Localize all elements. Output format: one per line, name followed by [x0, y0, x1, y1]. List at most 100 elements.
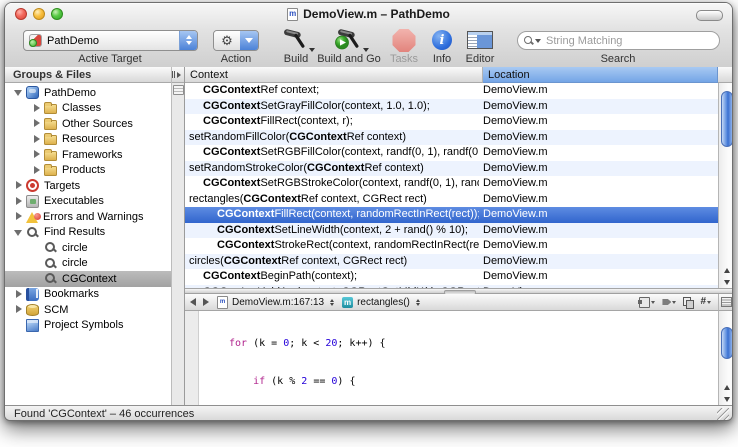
- sidebar-item-errors-and-warnings[interactable]: Errors and Warnings: [5, 209, 171, 225]
- disclosure-triangle[interactable]: [13, 211, 24, 222]
- result-row[interactable]: CGContextRef context; DemoView.m: [185, 83, 718, 99]
- function-popup[interactable]: m rectangles(): [338, 294, 424, 310]
- scroll-down-arrow[interactable]: [719, 393, 733, 405]
- code-line: for (k = 0; k < 20; k++) {: [229, 338, 718, 351]
- result-row[interactable]: CGContextBeginPath(context); DemoView.m: [185, 269, 718, 285]
- result-row[interactable]: CGContextSetGrayFillColor(context, 1.0, …: [185, 99, 718, 115]
- sidebar-item-project-symbols[interactable]: Project Symbols: [5, 318, 171, 334]
- sidebar-item-scm[interactable]: SCM: [5, 302, 171, 318]
- result-row[interactable]: setRandomStrokeColor(CGContextRef contex…: [185, 161, 718, 177]
- breakpoints-menu-button[interactable]: [662, 298, 676, 306]
- sidebar-scroll-strip: [171, 67, 184, 405]
- sidebar-item-resources[interactable]: Resources: [5, 132, 171, 148]
- gear-icon: ⚙: [214, 31, 240, 50]
- disclosure-triangle[interactable]: [13, 87, 24, 98]
- result-row[interactable]: circles(CGContextRef context, CGRect rec…: [185, 254, 718, 270]
- sidebar-header: Groups & Files: [5, 67, 171, 83]
- sidebar-item-classes[interactable]: Classes: [5, 101, 171, 117]
- column-header-context[interactable]: Context: [185, 67, 483, 83]
- project-tree: PathDemo Classes Other Sources Resources…: [5, 83, 171, 405]
- disclosure-triangle[interactable]: [31, 149, 42, 160]
- action-dropdown[interactable]: [240, 31, 258, 50]
- back-button[interactable]: [185, 296, 199, 309]
- popup-stepper-icon: [179, 31, 197, 50]
- editor-navbar: m DemoView.m:167:13 m rectangles() #: [185, 294, 718, 311]
- search-label: Search: [601, 53, 636, 65]
- toolbar-toggle-pill-button[interactable]: [696, 10, 723, 21]
- disclosure-triangle[interactable]: [13, 227, 24, 238]
- results-scrollbar[interactable]: [718, 83, 733, 288]
- active-target-popup[interactable]: PathDemo: [23, 30, 198, 51]
- search-magnifier-icon[interactable]: [524, 36, 533, 45]
- action-button[interactable]: ⚙: [213, 30, 259, 51]
- disclosure-triangle[interactable]: [31, 134, 42, 145]
- executable-icon: [26, 195, 39, 208]
- sidebar-item-find-result-circle-1[interactable]: circle: [5, 240, 171, 256]
- column-header-location[interactable]: Location: [483, 67, 718, 83]
- window-title-text: DemoView.m – PathDemo: [303, 7, 450, 21]
- xcode-project-window: m DemoView.m – PathDemo PathDemo Active …: [4, 2, 733, 421]
- sidebar-item-find-result-circle-2[interactable]: circle: [5, 256, 171, 272]
- result-row[interactable]: setRandomFillColor(CGContextRef context)…: [185, 130, 718, 146]
- magnifier-icon: [44, 257, 57, 270]
- sidebar-item-bookmarks[interactable]: Bookmarks: [5, 287, 171, 303]
- tasks-label: Tasks: [390, 53, 418, 65]
- disclosure-triangle[interactable]: [13, 304, 24, 315]
- editor-split-button[interactable]: [718, 294, 733, 311]
- forward-button[interactable]: [199, 296, 213, 309]
- bookmarks-menu-button[interactable]: [639, 297, 655, 308]
- editor-button[interactable]: [467, 31, 493, 49]
- sidebar-item-products[interactable]: Products: [5, 163, 171, 179]
- result-row-selected[interactable]: CGContextFillRect(context, randomRectInR…: [185, 207, 718, 223]
- search-input[interactable]: String Matching: [517, 31, 720, 50]
- disclosure-triangle[interactable]: [31, 118, 42, 129]
- code-area[interactable]: for (k = 0; k < 20; k++) { if (k % 2 == …: [199, 311, 718, 405]
- sidebar-item-targets[interactable]: Targets: [5, 178, 171, 194]
- sidebar-item-find-result-cgcontext[interactable]: CGContext: [5, 271, 171, 287]
- result-row[interactable]: CGContextSetLineWidth(context, 2 + rand(…: [185, 223, 718, 239]
- sidebar-item-find-results[interactable]: Find Results: [5, 225, 171, 241]
- document-proxy-icon[interactable]: m: [287, 8, 298, 21]
- action-label: Action: [221, 53, 252, 65]
- result-row[interactable]: CGContextStrokeRect(context, randomRectI…: [185, 238, 718, 254]
- hammer-go-icon: [331, 28, 367, 52]
- header-corner: [718, 67, 733, 83]
- disclosure-triangle[interactable]: [13, 196, 24, 207]
- scroll-up-arrow[interactable]: [719, 381, 733, 393]
- resize-grip[interactable]: [717, 408, 729, 420]
- sidebar-item-pathdemo[interactable]: PathDemo: [5, 85, 171, 101]
- tasks-button: [393, 29, 416, 52]
- included-symbols-button[interactable]: #: [700, 297, 711, 307]
- result-row[interactable]: CGContextSetRGBStrokeColor(context, rand…: [185, 176, 718, 192]
- result-row[interactable]: CGContextFillRect(context, r); DemoView.…: [185, 114, 718, 130]
- result-row[interactable]: rectangles(CGContextRef context, CGRect …: [185, 192, 718, 208]
- sidebar-item-frameworks[interactable]: Frameworks: [5, 147, 171, 163]
- forward-arrow-icon: [203, 298, 213, 306]
- database-icon: [26, 304, 39, 316]
- source-editor[interactable]: for (k = 0; k < 20; k++) { if (k % 2 == …: [185, 311, 718, 405]
- disclosure-triangle[interactable]: [13, 289, 24, 300]
- titlebar[interactable]: m DemoView.m – PathDemo: [5, 3, 732, 25]
- scrollbar-thumb[interactable]: [721, 91, 733, 147]
- sidebar-split-button[interactable]: [173, 85, 184, 95]
- editor-scrollbar[interactable]: [718, 311, 733, 405]
- build-label: Build: [284, 53, 308, 65]
- desktop: m DemoView.m – PathDemo PathDemo Active …: [0, 0, 738, 447]
- toolbar: PathDemo Active Target ⚙ Action Build: [5, 25, 732, 67]
- disclosure-triangle[interactable]: [31, 165, 42, 176]
- disclosure-triangle[interactable]: [31, 103, 42, 114]
- popup-arrows-icon: [416, 297, 420, 308]
- counterpart-button[interactable]: [683, 297, 693, 307]
- file-popup[interactable]: m DemoView.m:167:13: [213, 294, 338, 310]
- info-button[interactable]: i: [432, 30, 452, 50]
- scroll-up-arrow[interactable]: [719, 264, 733, 276]
- editor-gutter[interactable]: [185, 311, 199, 405]
- sidebar-item-other-sources[interactable]: Other Sources: [5, 116, 171, 132]
- scrollbar-thumb[interactable]: [721, 327, 733, 359]
- sidebar-item-executables[interactable]: Executables: [5, 194, 171, 210]
- disclosure-triangle[interactable]: [13, 180, 24, 191]
- folder-icon: [44, 166, 57, 176]
- result-row[interactable]: CGContextSetRGBFillColor(context, randf(…: [185, 145, 718, 161]
- scroll-down-arrow[interactable]: [719, 276, 733, 288]
- sidebar-splitter-handle-icon[interactable]: [172, 67, 184, 83]
